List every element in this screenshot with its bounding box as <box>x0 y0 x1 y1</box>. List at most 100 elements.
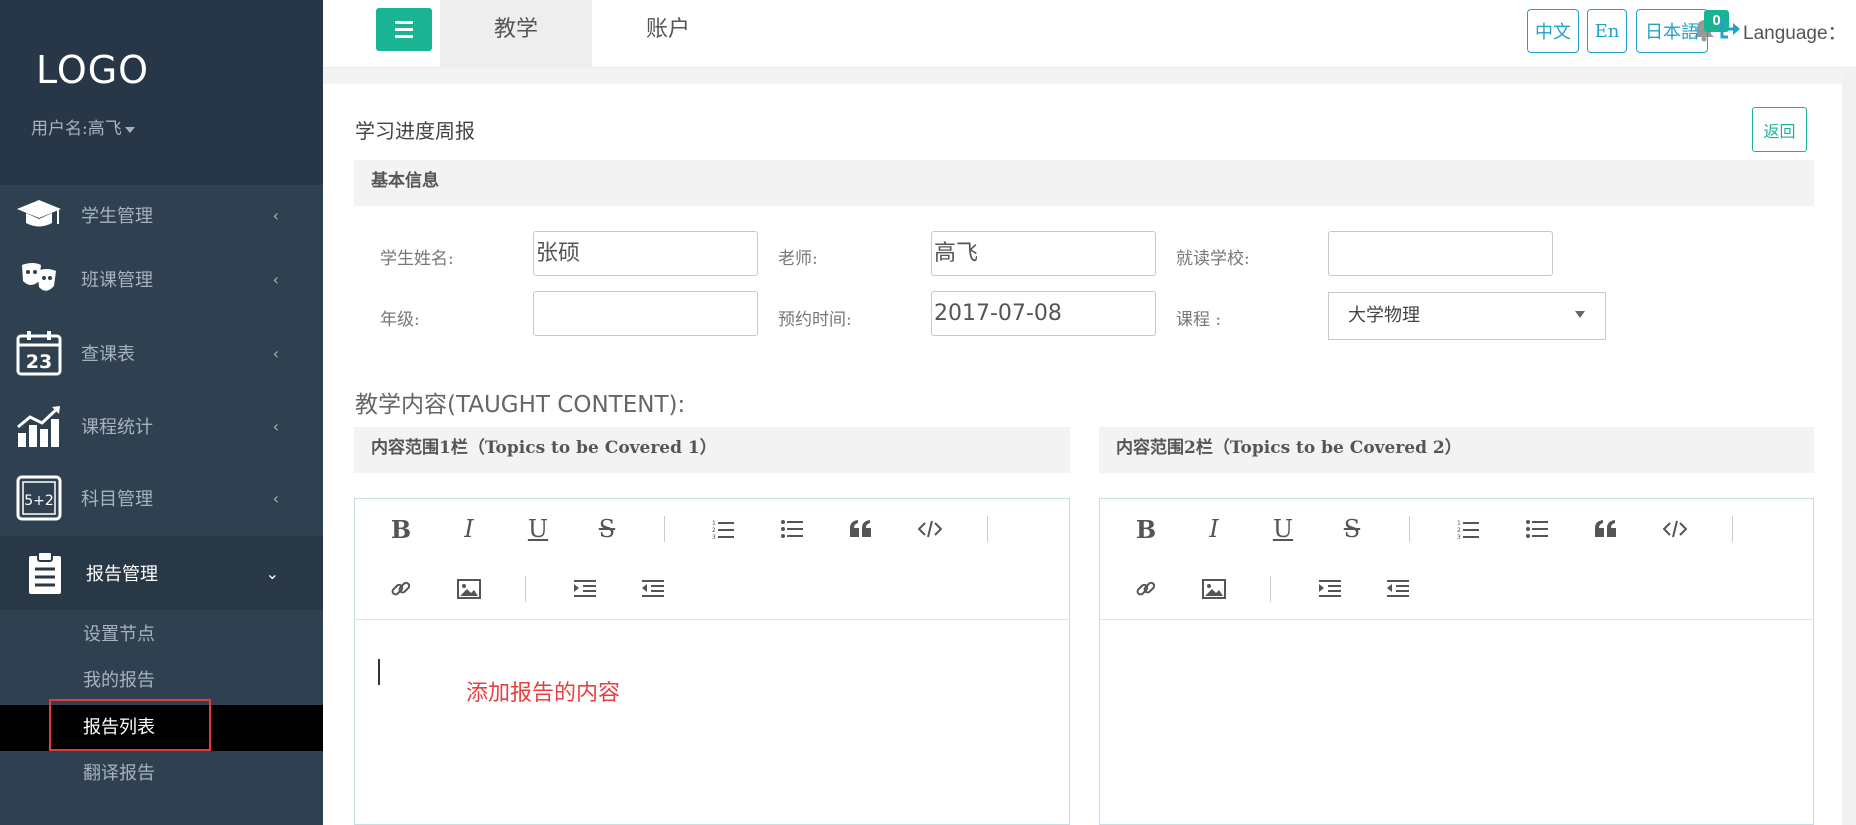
indent-icon[interactable] <box>1315 574 1345 604</box>
course-label: 课程 : <box>1176 310 1222 330</box>
editor-annotation: 添加报告的内容 <box>466 681 621 706</box>
graduation-cap-icon <box>14 190 64 240</box>
rich-text-editor-2[interactable]: B I U S 123 <box>1099 498 1814 825</box>
tab-teaching[interactable]: 教学 <box>440 0 592 68</box>
sidebar-subitem-my-reports[interactable]: 我的报告 <box>0 658 323 704</box>
lang-ja-button[interactable]: 日本語 <box>1636 9 1708 53</box>
link-icon[interactable] <box>386 574 416 604</box>
language-label: Language： <box>1743 23 1847 44</box>
chalkboard-icon: 5+2 <box>14 473 64 523</box>
sidebar-subitem-translate-report[interactable]: 翻译报告 <box>0 751 323 797</box>
sidebar-subitem-set-node[interactable]: 设置节点 <box>0 612 323 658</box>
teacher-label: 老师: <box>778 249 818 269</box>
lang-zh-button[interactable]: 中文 <box>1527 9 1579 53</box>
chevron-left-icon: ‹ <box>272 488 279 508</box>
tab-account[interactable]: 账户 <box>592 0 744 68</box>
course-select-value: 大学物理 <box>1348 305 1420 326</box>
basic-info-header: 基本信息 <box>354 160 1814 206</box>
strikethrough-button[interactable]: S <box>1337 514 1367 544</box>
svg-text:2: 2 <box>1457 527 1461 534</box>
underline-button[interactable]: U <box>1268 514 1298 544</box>
grade-label: 年级: <box>380 310 420 330</box>
sidebar-item-label: 报告管理 <box>86 564 158 585</box>
sidebar: LOGO 用户名:高飞 学生管理 ‹ 班课管理 ‹ 23 查课表 ‹ 课程统计 … <box>0 0 323 825</box>
strikethrough-button[interactable]: S <box>592 514 622 544</box>
sidebar-item-label: 课程统计 <box>81 417 153 438</box>
taught-content-heading: 教学内容(TAUGHT CONTENT): <box>355 392 686 418</box>
sidebar-item-subject-management[interactable]: 5+2 科目管理 ‹ <box>0 468 323 528</box>
caret-down-icon <box>124 126 135 133</box>
caret-down-icon <box>1575 311 1585 318</box>
indent-icon[interactable] <box>570 574 600 604</box>
school-label: 就读学校: <box>1176 249 1250 269</box>
chevron-left-icon: ‹ <box>272 269 279 289</box>
grade-field[interactable] <box>533 291 758 336</box>
unordered-list-icon[interactable] <box>1522 514 1552 544</box>
theater-masks-icon <box>14 254 64 304</box>
image-icon[interactable] <box>454 574 484 604</box>
chevron-down-icon: ⌄ <box>265 563 279 583</box>
sidebar-item-student-management[interactable]: 学生管理 ‹ <box>0 186 323 244</box>
editor-toolbar: B I U S 123 <box>1100 499 1813 620</box>
username-label: 用户名:高飞 <box>31 119 122 139</box>
sidebar-item-course-stats[interactable]: 课程统计 ‹ <box>0 396 323 456</box>
sidebar-item-class-management[interactable]: 班课管理 ‹ <box>0 250 323 308</box>
text-cursor <box>378 659 380 685</box>
bold-button[interactable]: B <box>1131 514 1161 544</box>
student-name-label: 学生姓名: <box>380 249 454 269</box>
topics1-header: 内容范围1栏（Topics to be Covered 1） <box>354 427 1070 473</box>
topics2-header: 内容范围2栏（Topics to be Covered 2） <box>1099 427 1814 473</box>
editor-toolbar: B I U S 123 <box>355 499 1069 620</box>
chevron-left-icon: ‹ <box>272 205 279 225</box>
sidebar-item-label: 班课管理 <box>81 270 153 291</box>
code-icon[interactable] <box>1660 514 1690 544</box>
outdent-icon[interactable] <box>1383 574 1413 604</box>
sidebar-item-report-management[interactable]: 报告管理 ⌄ <box>0 536 323 610</box>
teacher-field[interactable]: 高飞 <box>931 231 1156 276</box>
school-field[interactable] <box>1328 231 1553 276</box>
user-menu[interactable]: 用户名:高飞 <box>31 114 323 139</box>
bar-chart-icon <box>14 401 64 451</box>
blockquote-icon[interactable] <box>1591 514 1621 544</box>
link-icon[interactable] <box>1131 574 1161 604</box>
image-icon[interactable] <box>1199 574 1229 604</box>
outdent-icon[interactable] <box>638 574 668 604</box>
sidebar-item-label: 科目管理 <box>81 489 153 510</box>
sidebar-item-label: 查课表 <box>81 344 135 365</box>
svg-text:3: 3 <box>712 534 716 539</box>
sidebar-header: LOGO 用户名:高飞 <box>0 0 323 185</box>
italic-button[interactable]: I <box>1199 514 1229 544</box>
italic-button[interactable]: I <box>454 514 484 544</box>
ordered-list-icon[interactable]: 123 <box>1453 514 1483 544</box>
chevron-left-icon: ‹ <box>272 416 279 436</box>
code-icon[interactable] <box>915 514 945 544</box>
bold-button[interactable]: B <box>386 514 416 544</box>
highlight-box <box>49 699 211 751</box>
svg-text:1: 1 <box>1457 520 1461 527</box>
calendar-23-icon: 23 <box>14 328 64 378</box>
svg-text:3: 3 <box>1457 534 1461 539</box>
unordered-list-icon[interactable] <box>777 514 807 544</box>
svg-text:5+2: 5+2 <box>24 493 54 509</box>
chevron-left-icon: ‹ <box>272 343 279 363</box>
hamburger-icon <box>395 19 413 40</box>
booking-time-field[interactable]: 2017-07-08 <box>931 291 1156 336</box>
sidebar-item-timetable[interactable]: 23 查课表 ‹ <box>0 322 323 384</box>
course-select[interactable]: 大学物理 <box>1328 292 1606 340</box>
menu-toggle-button[interactable] <box>376 8 432 51</box>
rich-text-editor-1[interactable]: B I U S 123 <box>354 498 1070 825</box>
svg-text:2: 2 <box>712 527 716 534</box>
blockquote-icon[interactable] <box>846 514 876 544</box>
underline-button[interactable]: U <box>523 514 553 544</box>
lang-en-button[interactable]: En <box>1587 9 1627 53</box>
ordered-list-icon[interactable]: 123 <box>708 514 738 544</box>
student-name-field[interactable]: 张硕 <box>533 231 758 276</box>
page-title: 学习进度周报 <box>355 119 475 143</box>
svg-text:1: 1 <box>712 520 716 527</box>
logout-icon[interactable] <box>1720 19 1740 44</box>
back-button[interactable]: 返回 <box>1752 107 1807 152</box>
page-scrollbar[interactable] <box>1842 68 1856 825</box>
logo: LOGO <box>36 48 150 92</box>
svg-text:23: 23 <box>26 351 52 373</box>
booking-time-label: 预约时间: <box>778 310 852 330</box>
